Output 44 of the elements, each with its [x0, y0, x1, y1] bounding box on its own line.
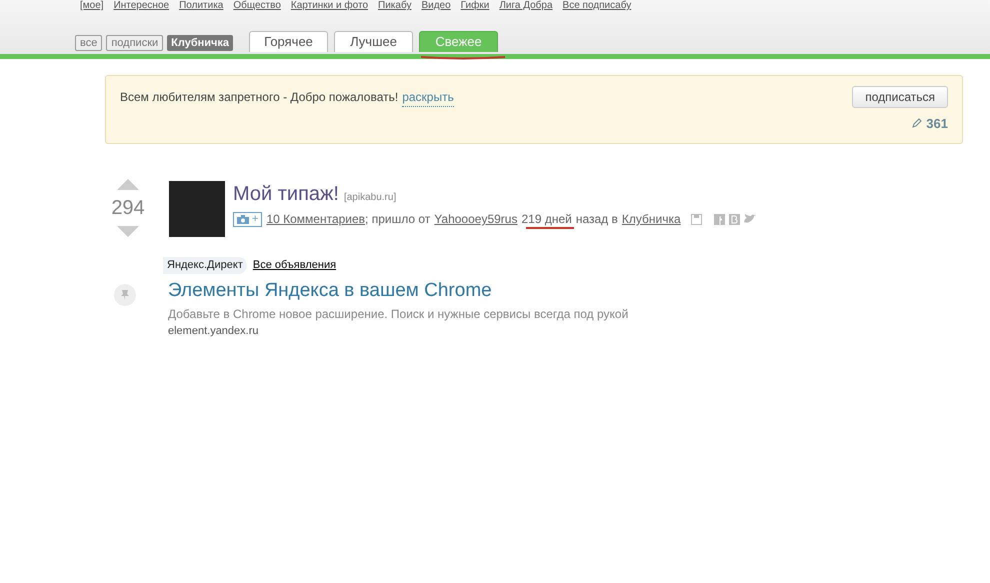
nav-link[interactable]: Видео: [421, 0, 451, 12]
expand-link[interactable]: раскрыть: [402, 88, 454, 107]
tab[interactable]: Лучшее: [334, 30, 414, 52]
filter-tab[interactable]: Клубничка: [167, 35, 234, 51]
post-age: 219 дней: [521, 212, 572, 226]
ad-label: Яндекс.Директ: [163, 257, 247, 274]
community-description: Всем любителям запретного - Добро пожаловать!: [120, 89, 398, 106]
ad-description: Добавьте в Chrome новое расширение. Поиск и нужные сервисы всегда под рукой: [168, 306, 628, 323]
tab[interactable]: Горячее: [249, 30, 328, 52]
pin-icon: [114, 284, 136, 306]
save-icon[interactable]: [690, 214, 702, 224]
comments-link[interactable]: 10 Комментариев: [266, 210, 366, 228]
pencil-icon: [912, 118, 922, 128]
post-source: [apikabu.ru]: [344, 191, 396, 205]
ad-url: element.yandex.ru: [168, 324, 260, 339]
category-link[interactable]: Клубничка: [622, 210, 681, 228]
nav-link[interactable]: Политика: [179, 0, 224, 12]
author-link[interactable]: Yahoooey59rus: [434, 210, 518, 228]
camera-icon: [237, 214, 249, 224]
nav-link[interactable]: Картинки и фото: [290, 0, 368, 12]
upvote-icon[interactable]: [117, 179, 139, 190]
post-rating: 294: [111, 196, 145, 221]
vk-icon[interactable]: [728, 214, 740, 224]
nav-link[interactable]: Все подписабу: [562, 0, 632, 12]
nav-link[interactable]: [мое]: [80, 0, 104, 12]
facebook-icon[interactable]: [714, 214, 725, 224]
nav-link[interactable]: Пикабу: [378, 0, 412, 12]
bird-icon[interactable]: [744, 214, 756, 224]
all-ads-link[interactable]: Все объявления: [252, 257, 336, 274]
underline-mark: [525, 226, 576, 230]
nav-link[interactable]: Общество: [233, 0, 281, 12]
post-count: 361: [926, 114, 948, 132]
post-title[interactable]: Мой типаж!: [233, 179, 339, 209]
meta-text: назад в: [576, 211, 618, 228]
downvote-icon[interactable]: [117, 226, 139, 237]
nav-link[interactable]: Гифки: [460, 0, 490, 12]
nav-link[interactable]: Интересное: [114, 0, 170, 12]
ad-title[interactable]: Элементы Яндекса в вашем Chrome: [168, 276, 628, 305]
nav-link[interactable]: Лига Добра: [499, 0, 553, 12]
filter-tab[interactable]: подписки: [106, 35, 164, 51]
subscribe-button[interactable]: подписаться: [852, 86, 948, 108]
meta-text: ; пришло от: [365, 211, 430, 228]
filter-tab[interactable]: все: [75, 35, 102, 51]
post-thumbnail[interactable]: [169, 181, 225, 237]
